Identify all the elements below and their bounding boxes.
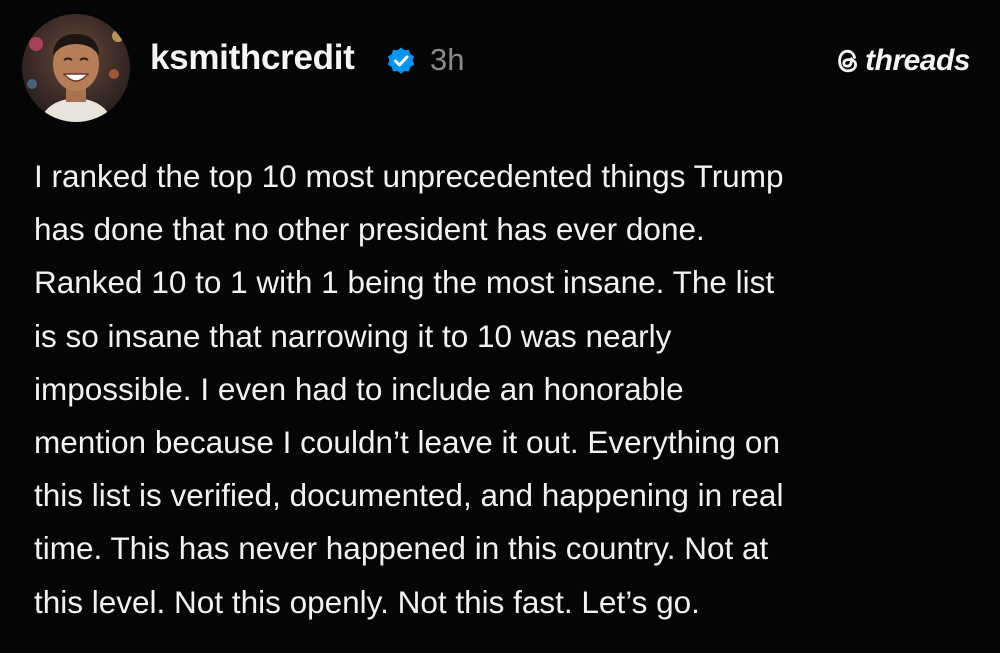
- avatar[interactable]: [22, 14, 130, 122]
- threads-brand-label: threads: [865, 44, 970, 77]
- post-timestamp[interactable]: 3h: [430, 44, 464, 75]
- threads-logo-icon: [838, 49, 858, 73]
- threads-post: ksmithcredit 3h threads I ranked the top…: [0, 0, 1000, 653]
- threads-brand[interactable]: threads: [835, 46, 970, 76]
- author-username[interactable]: ksmithcredit: [150, 40, 355, 75]
- verified-badge-icon: [388, 47, 414, 74]
- post-body-text: I ranked the top 10 most unprecedented t…: [34, 158, 784, 620]
- avatar-photo: [22, 14, 130, 122]
